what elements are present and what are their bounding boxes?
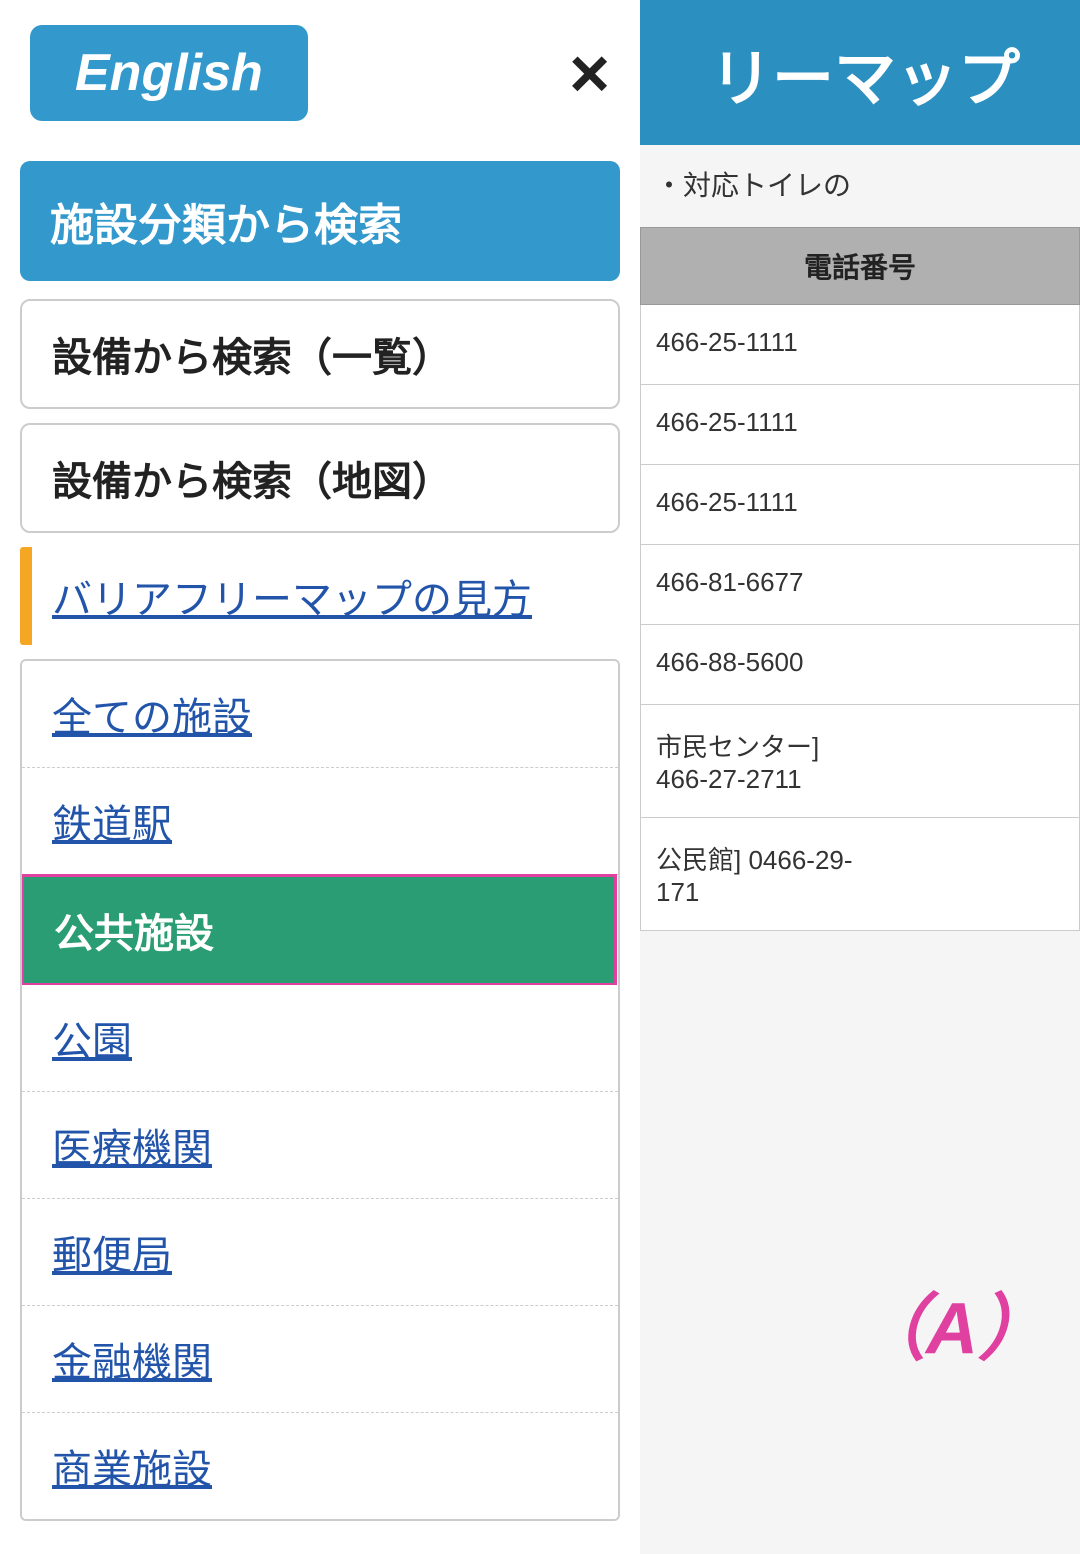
badge-a-label: （A）	[854, 1269, 1050, 1374]
table-cell-4: 466-81-6677	[640, 545, 1080, 625]
facility-sublist: 全ての施設 鉄道駅 公共施設 公園 医療機関 郵便局 金融機関 商業施設	[20, 659, 620, 1521]
link-accent-bar	[20, 547, 32, 645]
sublist-item-public-facilities[interactable]: 公共施設	[21, 874, 617, 986]
map-guide-link[interactable]: バリアフリーマップの見方	[32, 547, 620, 645]
map-guide-link-section: バリアフリーマップの見方	[20, 547, 620, 645]
right-description: ・対応トイレの	[640, 145, 1080, 227]
search-by-equipment-list-button[interactable]: 設備から検索（一覧）	[20, 299, 620, 409]
table-cell-2: 466-25-1111	[640, 385, 1080, 465]
english-button[interactable]: English	[30, 25, 308, 121]
sublist-item-train-stations[interactable]: 鉄道駅	[22, 768, 618, 875]
sublist-item-parks[interactable]: 公園	[22, 985, 618, 1092]
search-by-category-button[interactable]: 施設分類から検索	[20, 161, 620, 281]
sublist-item-all-facilities[interactable]: 全ての施設	[22, 661, 618, 768]
menu-top-bar: English ×	[0, 0, 640, 146]
table-cell-5: 466-88-5600	[640, 625, 1080, 705]
sublist-item-post-offices[interactable]: 郵便局	[22, 1199, 618, 1306]
table-cell-6: 市民センター]466-27-2711	[640, 705, 1080, 818]
table-cell-1: 466-25-1111	[640, 305, 1080, 385]
table-cell-3: 466-25-1111	[640, 465, 1080, 545]
header-title: リーマップ	[710, 28, 1040, 118]
menu-body: 施設分類から検索 設備から検索（一覧） 設備から検索（地図） バリアフリーマップ…	[0, 146, 640, 1554]
table-cell-7: 公民館] 0466-29-171	[640, 818, 1080, 931]
search-by-equipment-map-button[interactable]: 設備から検索（地図）	[20, 423, 620, 533]
sublist-item-medical[interactable]: 医療機関	[22, 1092, 618, 1199]
table-header: 電話番号	[640, 227, 1080, 305]
menu-overlay: English × 施設分類から検索 設備から検索（一覧） 設備から検索（地図）…	[0, 0, 640, 1554]
sublist-item-commercial[interactable]: 商業施設	[22, 1413, 618, 1519]
sublist-item-financial[interactable]: 金融機関	[22, 1306, 618, 1413]
close-button[interactable]: ×	[569, 38, 610, 108]
